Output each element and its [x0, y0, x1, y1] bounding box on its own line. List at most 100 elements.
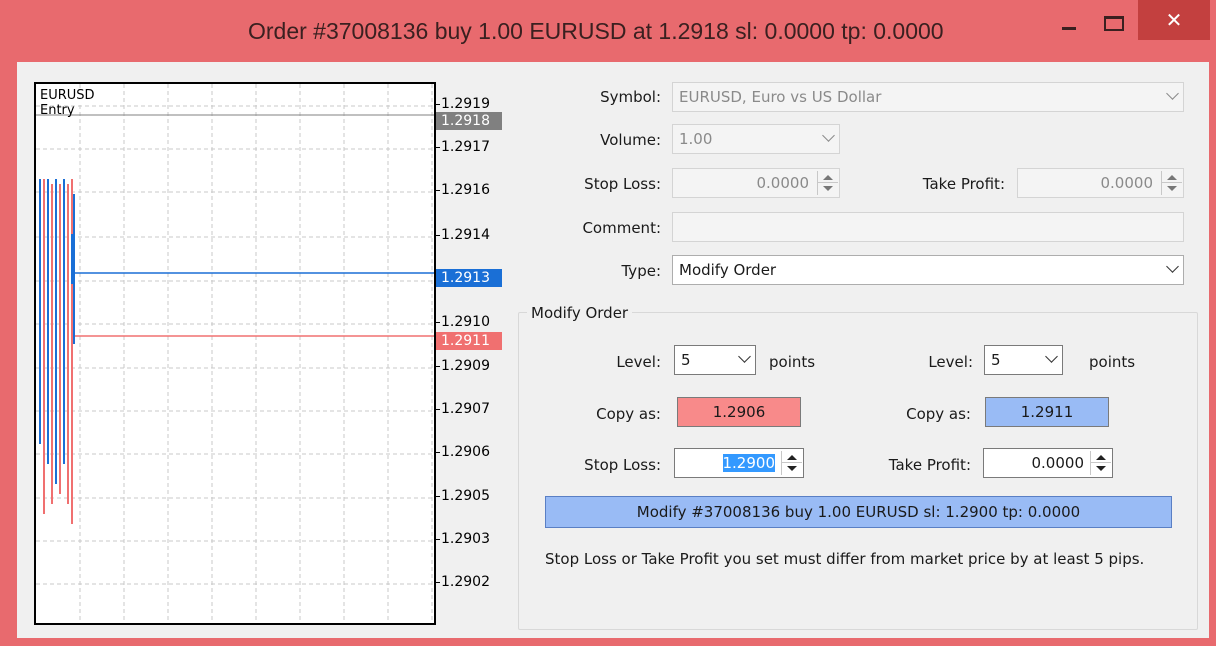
- sl-copy-as-button[interactable]: 1.2906: [677, 397, 801, 427]
- stop-loss-label: Stop Loss:: [584, 175, 661, 193]
- arrow-down-icon[interactable]: [1167, 186, 1177, 191]
- stepper-divider: [1091, 462, 1111, 463]
- price-tick-mark: [436, 104, 440, 105]
- stop-loss-value: 0.0000: [756, 174, 810, 192]
- tp-copy-as-value: 1.2911: [1020, 403, 1074, 421]
- price-scale: 1.29191.29171.29161.29141.29121.29101.29…: [436, 82, 506, 627]
- sl-copy-as-label: Copy as:: [596, 405, 661, 423]
- chart-canvas: [36, 84, 434, 623]
- red-price-box: 1.2911: [436, 332, 502, 350]
- price-tick-label: 1.2907: [441, 401, 490, 417]
- chart-entry-label: Entry: [40, 103, 75, 118]
- chevron-down-icon: [1166, 260, 1179, 273]
- arrow-up-icon[interactable]: [823, 175, 833, 180]
- modify-take-profit-field[interactable]: 0.0000: [983, 448, 1113, 478]
- arrow-down-icon[interactable]: [823, 186, 833, 191]
- title-bar[interactable]: Order #37008136 buy 1.00 EURUSD at 1.291…: [0, 0, 1216, 62]
- arrow-down-icon[interactable]: [1096, 466, 1106, 471]
- tp-copy-as-label: Copy as:: [906, 405, 971, 423]
- stepper-divider: [782, 462, 802, 463]
- take-profit-field[interactable]: 0.0000: [1017, 168, 1184, 198]
- price-tick-label: 1.2905: [441, 488, 490, 504]
- type-select-value: Modify Order: [679, 261, 777, 279]
- order-dialog-window: Order #37008136 buy 1.00 EURUSD at 1.291…: [0, 0, 1216, 646]
- arrow-down-icon[interactable]: [787, 466, 797, 471]
- price-tick-label: 1.2919: [441, 96, 490, 112]
- tp-points-label: points: [1089, 353, 1136, 371]
- price-tick-label: 1.2909: [441, 358, 490, 374]
- sl-copy-as-value: 1.2906: [712, 403, 766, 421]
- price-tick-mark: [436, 582, 440, 583]
- price-tick-label: 1.2906: [441, 444, 490, 460]
- price-chart: EURUSD Entry: [34, 82, 436, 625]
- window-title: Order #37008136 buy 1.00 EURUSD at 1.291…: [248, 18, 944, 44]
- chevron-down-icon: [822, 129, 835, 142]
- price-tick-mark: [436, 452, 440, 453]
- take-profit-value: 0.0000: [1100, 174, 1154, 192]
- chevron-down-icon: [1045, 350, 1058, 363]
- entry-price-box: 1.2918: [436, 112, 502, 130]
- stop-loss-stepper[interactable]: [817, 171, 838, 195]
- price-tick-label: 1.2903: [441, 531, 490, 547]
- sl-points-label: points: [769, 353, 816, 371]
- modify-take-profit-value: 0.0000: [1031, 454, 1085, 472]
- type-label: Type:: [621, 262, 661, 280]
- symbol-select[interactable]: EURUSD, Euro vs US Dollar: [672, 82, 1184, 112]
- price-tick-label: 1.2910: [441, 314, 490, 330]
- price-tick-mark: [436, 322, 440, 323]
- volume-value: 1.00: [679, 130, 713, 148]
- minimize-icon: [1062, 26, 1076, 30]
- stop-level-note: Stop Loss or Take Profit you set must di…: [545, 550, 1145, 568]
- volume-combo[interactable]: 1.00: [672, 124, 840, 154]
- chevron-down-icon: [1166, 87, 1179, 100]
- price-tick-label: 1.2902: [441, 574, 490, 590]
- modify-order-group-title: Modify Order: [527, 304, 633, 322]
- minimize-button[interactable]: [1048, 6, 1090, 40]
- modify-stop-loss-field[interactable]: 1.2900: [674, 448, 804, 478]
- price-tick-mark: [436, 409, 440, 410]
- close-icon: ✕: [1165, 8, 1183, 32]
- maximize-icon: [1104, 15, 1124, 31]
- modify-take-profit-label: Take Profit:: [888, 456, 971, 474]
- volume-label: Volume:: [600, 131, 661, 149]
- stepper-divider: [818, 182, 838, 183]
- sl-level-combo[interactable]: 5: [674, 345, 756, 375]
- symbol-select-value: EURUSD, Euro vs US Dollar: [679, 88, 882, 106]
- blue-price-box: 1.2913: [436, 269, 502, 287]
- stop-loss-field[interactable]: 0.0000: [672, 168, 840, 198]
- tp-level-combo[interactable]: 5: [984, 345, 1063, 375]
- arrow-up-icon[interactable]: [1096, 455, 1106, 460]
- comment-input[interactable]: [672, 212, 1184, 242]
- price-tick-mark: [436, 147, 440, 148]
- take-profit-stepper[interactable]: [1161, 171, 1182, 195]
- price-tick-mark: [436, 539, 440, 540]
- arrow-up-icon[interactable]: [787, 455, 797, 460]
- maximize-button[interactable]: [1093, 6, 1135, 40]
- type-select[interactable]: Modify Order: [672, 255, 1184, 285]
- modify-stop-loss-value: 1.2900: [722, 454, 775, 472]
- modify-stop-loss-label: Stop Loss:: [584, 456, 661, 474]
- price-tick-mark: [436, 235, 440, 236]
- close-button[interactable]: ✕: [1138, 0, 1210, 40]
- price-tick-label: 1.2917: [441, 139, 490, 155]
- modify-order-button[interactable]: Modify #37008136 buy 1.00 EURUSD sl: 1.2…: [545, 496, 1172, 528]
- arrow-up-icon[interactable]: [1167, 175, 1177, 180]
- comment-label: Comment:: [582, 219, 661, 237]
- tp-level-value: 5: [991, 351, 1001, 369]
- price-tick-label: 1.2914: [441, 227, 490, 243]
- price-tick-mark: [436, 190, 440, 191]
- price-tick-mark: [436, 366, 440, 367]
- price-tick-label: 1.2916: [441, 182, 490, 198]
- sl-level-value: 5: [681, 351, 691, 369]
- tp-level-label: Level:: [928, 353, 973, 371]
- stepper-divider: [1162, 182, 1182, 183]
- modify-stop-loss-stepper[interactable]: [781, 451, 802, 475]
- chart-symbol-label: EURUSD: [40, 88, 95, 103]
- take-profit-label: Take Profit:: [922, 175, 1005, 193]
- price-tick-mark: [436, 496, 440, 497]
- modify-take-profit-stepper[interactable]: [1090, 451, 1111, 475]
- sl-level-label: Level:: [616, 353, 661, 371]
- symbol-label: Symbol:: [600, 88, 661, 106]
- chevron-down-icon: [738, 350, 751, 363]
- tp-copy-as-button[interactable]: 1.2911: [985, 397, 1109, 427]
